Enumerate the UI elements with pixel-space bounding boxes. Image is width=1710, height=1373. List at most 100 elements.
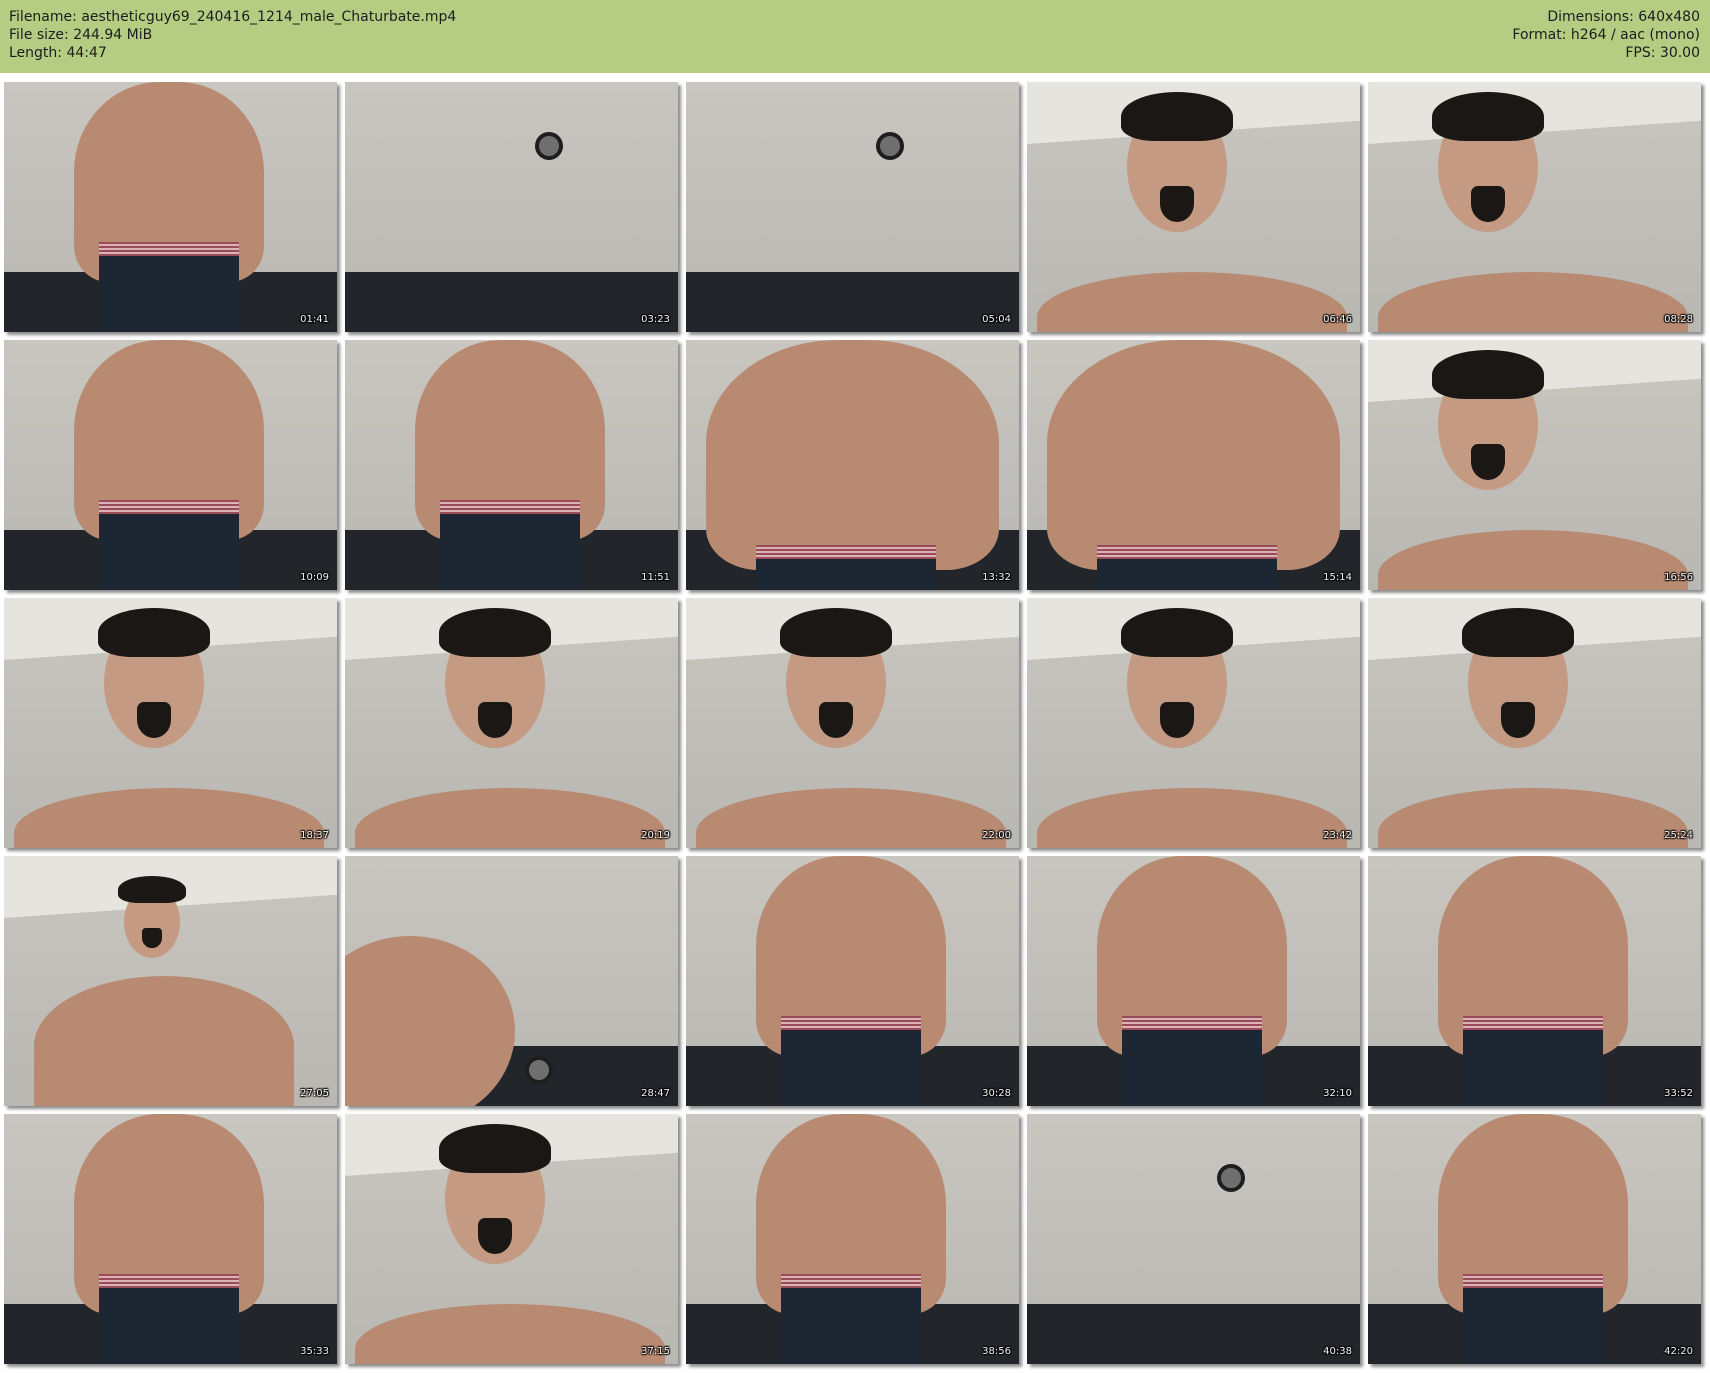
wall-clock-shape	[876, 132, 904, 160]
waistband-shape	[781, 1274, 921, 1288]
video-thumbnail: 27:05	[4, 856, 337, 1106]
beard-shape	[1501, 701, 1535, 738]
video-thumbnail: 33:52	[1368, 856, 1701, 1106]
hair-shape	[1121, 608, 1233, 658]
dimensions-label: Dimensions:	[1547, 9, 1634, 25]
waistband-shape	[440, 500, 580, 514]
video-thumbnail: 32:10	[1027, 856, 1360, 1106]
filename-row: Filename: aestheticguy69_240416_1214_mal…	[9, 8, 456, 26]
beard-shape	[1160, 185, 1194, 222]
video-thumbnail: 20:19	[345, 598, 678, 848]
video-thumbnail: 01:41	[4, 82, 337, 332]
timestamp-label: 06:46	[1323, 314, 1352, 325]
wall-clock-shape	[535, 132, 563, 160]
timestamp-label: 35:33	[300, 1346, 329, 1357]
pants-shape	[1463, 1030, 1603, 1106]
video-thumbnail: 05:04	[686, 82, 1019, 332]
timestamp-label: 40:38	[1323, 1346, 1352, 1357]
hair-shape	[439, 1124, 551, 1174]
timestamp-label: 20:19	[641, 830, 670, 841]
hair-shape	[118, 876, 186, 904]
dimensions-value: 640x480	[1638, 9, 1700, 25]
pants-shape	[781, 1030, 921, 1106]
length-row: Length: 44:47	[9, 44, 456, 62]
file-info-right: Dimensions: 640x480 Format: h264 / aac (…	[1512, 8, 1700, 62]
waistband-shape	[756, 545, 936, 559]
pants-shape	[1097, 559, 1277, 590]
pants-shape	[1122, 1030, 1262, 1106]
video-thumbnail: 23:42	[1027, 598, 1360, 848]
beard-shape	[142, 927, 162, 948]
video-thumbnail: 35:33	[4, 1114, 337, 1364]
timestamp-label: 23:42	[1323, 830, 1352, 841]
wall-clock-shape	[525, 1056, 553, 1084]
wall-clock-shape	[1217, 1164, 1245, 1192]
video-thumbnail: 38:56	[686, 1114, 1019, 1364]
video-thumbnail: 16:56	[1368, 340, 1701, 590]
timestamp-label: 42:20	[1664, 1346, 1693, 1357]
timestamp-label: 38:56	[982, 1346, 1011, 1357]
fps-row: FPS: 30.00	[1512, 44, 1700, 62]
filename-label: Filename:	[9, 9, 77, 25]
timestamp-label: 32:10	[1323, 1088, 1352, 1099]
timestamp-label: 08:28	[1664, 314, 1693, 325]
format-label: Format:	[1512, 27, 1567, 43]
timestamp-label: 16:56	[1664, 572, 1693, 583]
filesize-row: File size: 244.94 MiB	[9, 26, 456, 44]
filesize-label: File size:	[9, 27, 69, 43]
beard-shape	[478, 1217, 512, 1254]
beard-shape	[819, 701, 853, 738]
video-thumbnail: 37:15	[345, 1114, 678, 1364]
couch-shape	[1027, 1304, 1360, 1364]
video-thumbnail: 15:14	[1027, 340, 1360, 590]
video-thumbnail: 22:00	[686, 598, 1019, 848]
waistband-shape	[1463, 1274, 1603, 1288]
video-thumbnail: 13:32	[686, 340, 1019, 590]
video-thumbnail: 11:51	[345, 340, 678, 590]
hair-shape	[1432, 350, 1544, 400]
length-label: Length:	[9, 45, 63, 61]
hair-shape	[98, 608, 210, 658]
beard-shape	[1471, 185, 1505, 222]
timestamp-label: 33:52	[1664, 1088, 1693, 1099]
pants-shape	[99, 256, 239, 332]
file-info-left: Filename: aestheticguy69_240416_1214_mal…	[9, 8, 456, 62]
timestamp-label: 15:14	[1323, 572, 1352, 583]
waistband-shape	[1097, 545, 1277, 559]
beard-shape	[137, 701, 171, 738]
hair-shape	[439, 608, 551, 658]
hair-shape	[1462, 608, 1574, 658]
fps-label: FPS:	[1625, 45, 1656, 61]
waistband-shape	[1463, 1016, 1603, 1030]
filesize-value: 244.94 MiB	[73, 27, 153, 43]
waistband-shape	[781, 1016, 921, 1030]
beard-shape	[1160, 701, 1194, 738]
timestamp-label: 18:37	[300, 830, 329, 841]
waistband-shape	[99, 500, 239, 514]
filename-value: aestheticguy69_240416_1214_male_Chaturba…	[81, 9, 457, 25]
video-thumbnail: 28:47	[345, 856, 678, 1106]
torso-shape	[1047, 340, 1340, 570]
video-thumbnail: 06:46	[1027, 82, 1360, 332]
pants-shape	[440, 514, 580, 590]
hair-shape	[1432, 92, 1544, 142]
file-info-header: Filename: aestheticguy69_240416_1214_mal…	[0, 0, 1710, 73]
format-value: h264 / aac (mono)	[1570, 27, 1700, 43]
timestamp-label: 27:05	[300, 1088, 329, 1099]
timestamp-label: 05:04	[982, 314, 1011, 325]
timestamp-label: 25:24	[1664, 830, 1693, 841]
waistband-shape	[99, 1274, 239, 1288]
timestamp-label: 22:00	[982, 830, 1011, 841]
waistband-shape	[1122, 1016, 1262, 1030]
video-thumbnail: 30:28	[686, 856, 1019, 1106]
video-thumbnail: 40:38	[1027, 1114, 1360, 1364]
timestamp-label: 01:41	[300, 314, 329, 325]
beard-shape	[478, 701, 512, 738]
video-thumbnail: 10:09	[4, 340, 337, 590]
video-thumbnail: 18:37	[4, 598, 337, 848]
timestamp-label: 37:15	[641, 1346, 670, 1357]
timestamp-label: 28:47	[641, 1088, 670, 1099]
fps-value: 30.00	[1659, 45, 1700, 61]
pants-shape	[1463, 1288, 1603, 1364]
dimensions-row: Dimensions: 640x480	[1512, 8, 1700, 26]
